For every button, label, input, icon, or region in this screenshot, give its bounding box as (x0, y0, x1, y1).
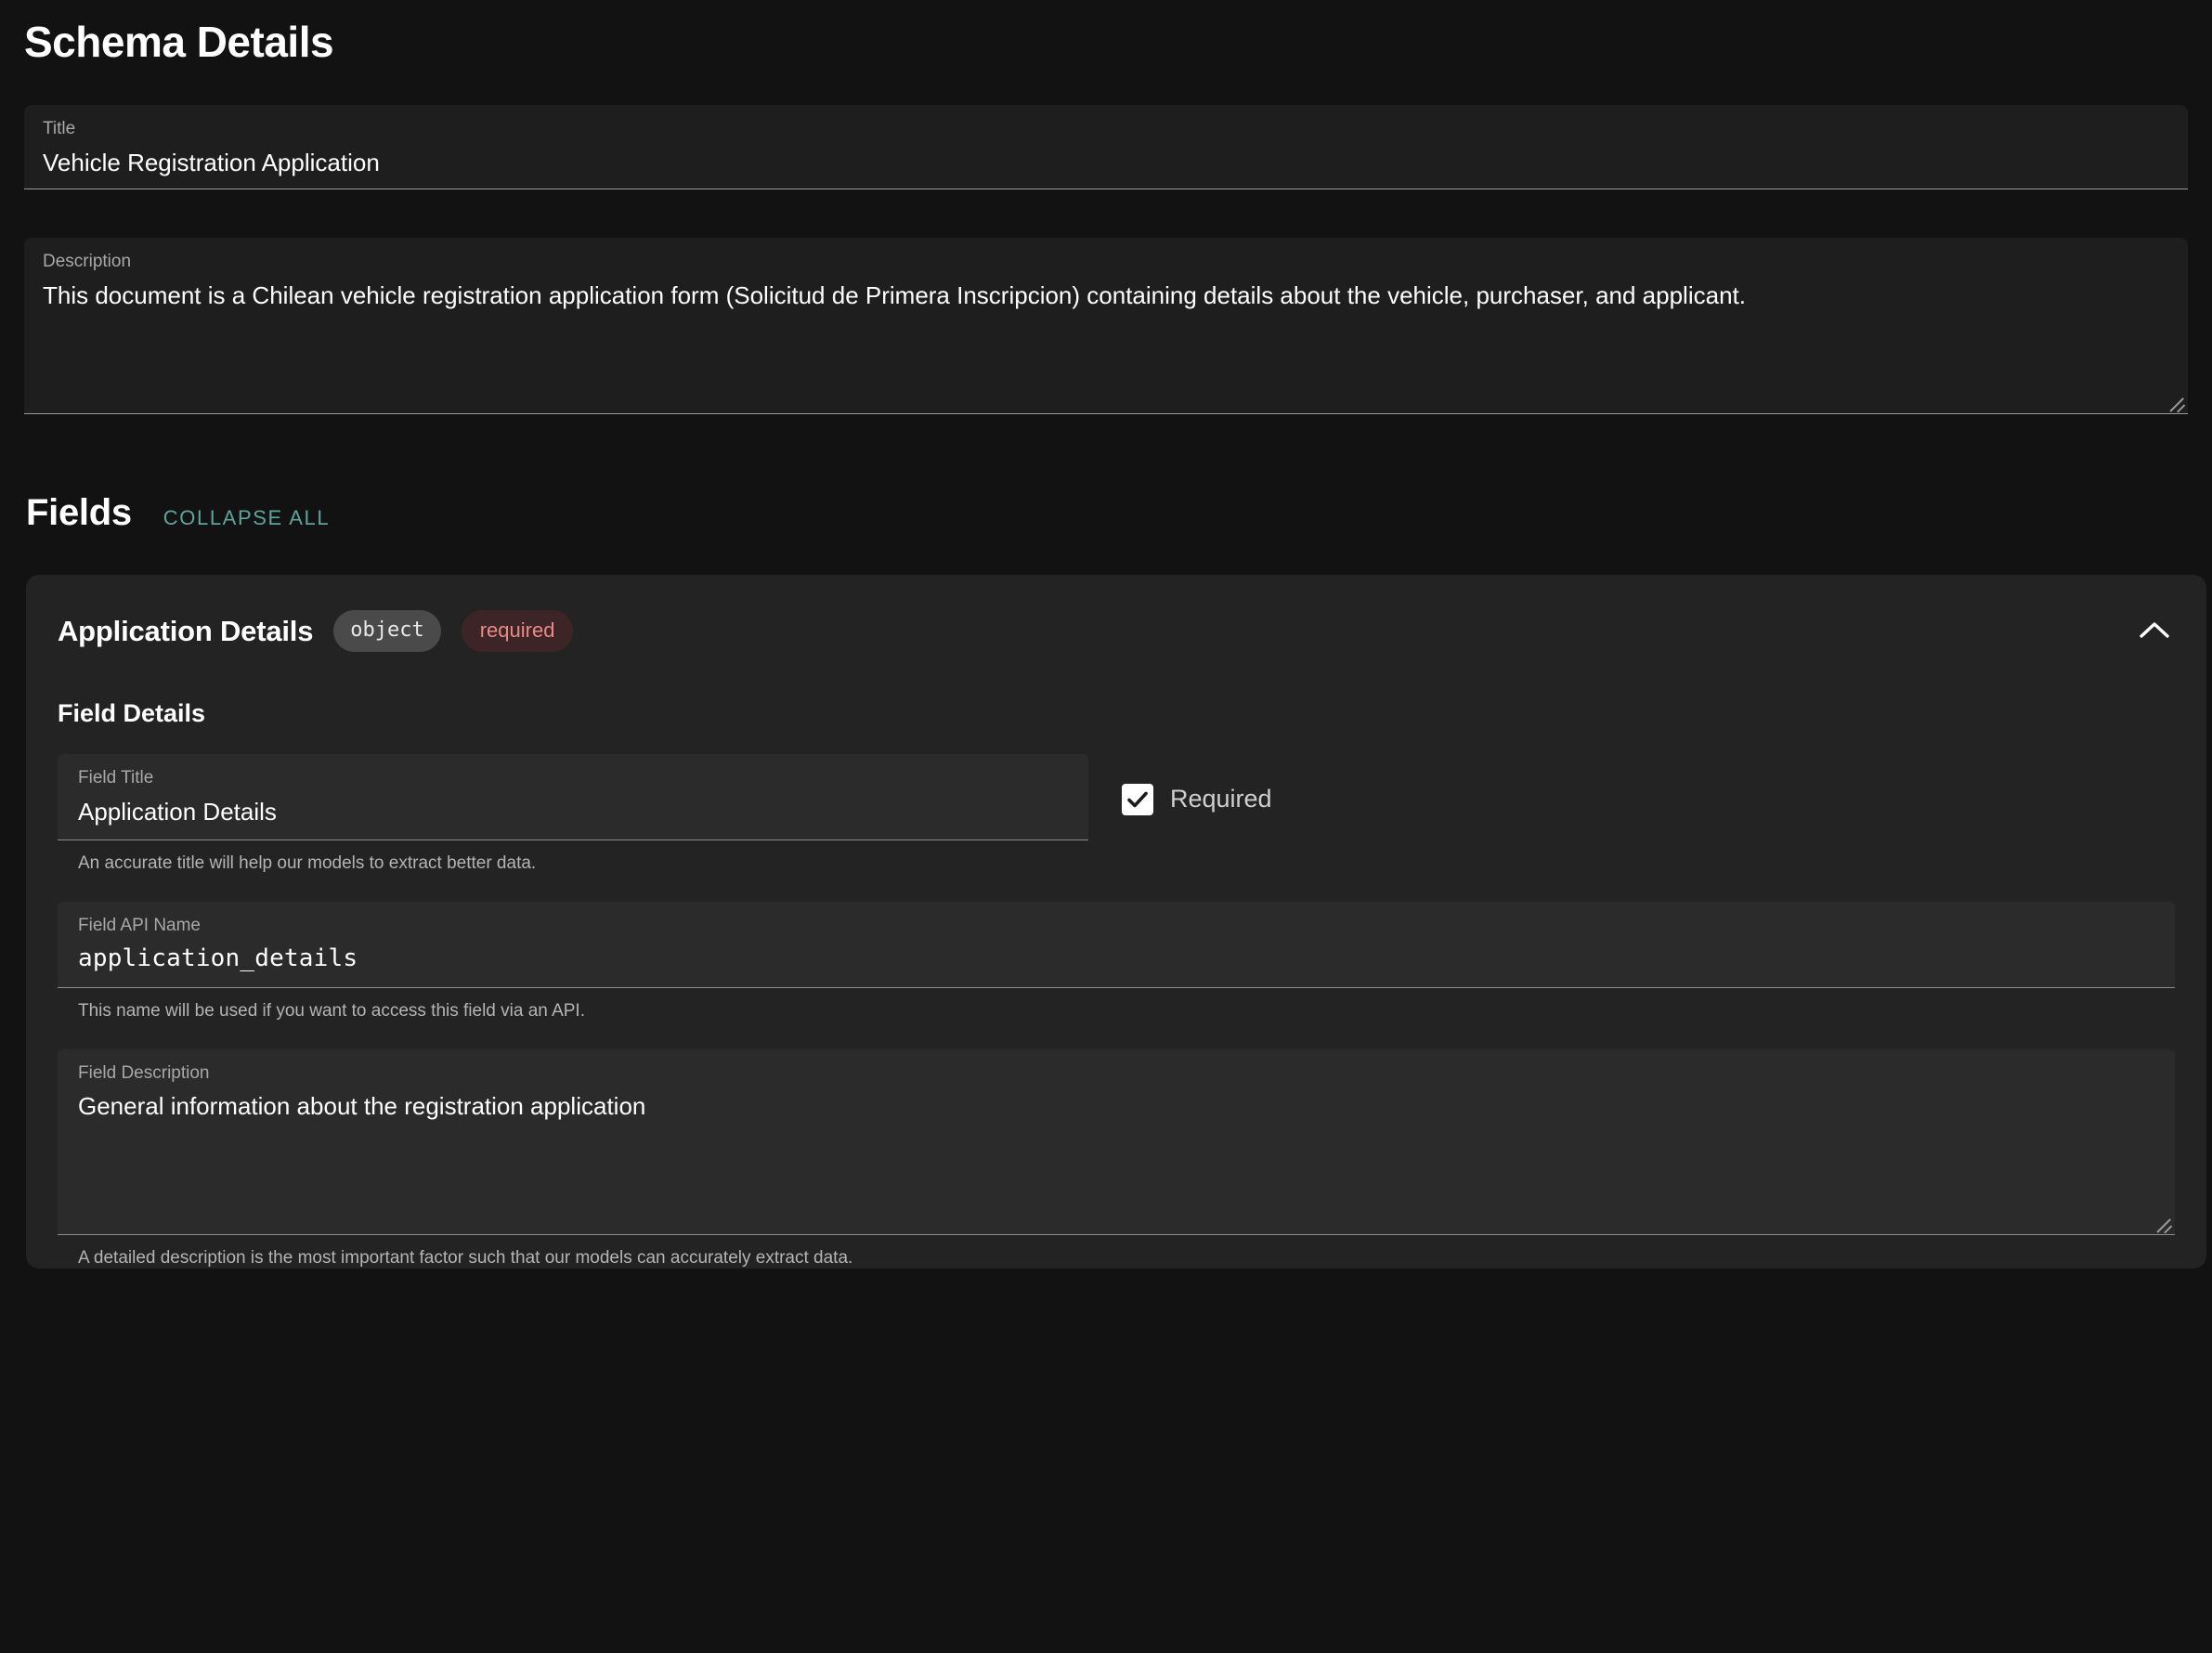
field-title-row: Field Title Application Details An accur… (58, 753, 2175, 874)
field-api-name-helper-text: This name will be used if you want to ac… (78, 1000, 585, 1021)
field-api-name-label: Field API Name (78, 915, 201, 935)
field-description-field[interactable]: Field Description General information ab… (58, 1048, 2175, 1235)
schema-title-field[interactable]: Title Vehicle Registration Application (24, 105, 2188, 189)
field-description-block: Field Description General information ab… (58, 1048, 2175, 1269)
schema-title-label: Title (43, 119, 76, 139)
field-api-name-field[interactable]: Field API Name application_details (58, 901, 2175, 988)
schema-description-field[interactable]: Description This document is a Chilean v… (24, 237, 2188, 414)
check-icon (1127, 791, 1148, 808)
fields-heading: Fields (26, 491, 132, 533)
field-title-helper-text: An accurate title will help our models t… (78, 853, 537, 873)
field-card-header[interactable]: Application Details object required (58, 606, 2175, 657)
field-description-helper-text: A detailed description is the most impor… (78, 1247, 853, 1268)
schema-details-page: Schema Details Title Vehicle Registratio… (0, 0, 2212, 1653)
fields-header: Fields COLLAPSE ALL (24, 492, 2188, 534)
collapse-all-button[interactable]: COLLAPSE ALL (163, 506, 330, 530)
field-title-field[interactable]: Field Title Application Details (58, 753, 1088, 840)
collapse-field-button[interactable] (2128, 605, 2180, 657)
field-details-heading: Field Details (58, 698, 206, 727)
schema-description-input[interactable]: This document is a Chilean vehicle regis… (43, 280, 2169, 312)
chevron-up-icon (2139, 619, 2170, 643)
required-checkbox-group[interactable]: Required (1088, 754, 2175, 815)
field-title-input[interactable]: Application Details (78, 796, 1068, 828)
field-description-label: Field Description (78, 1062, 210, 1083)
page-title: Schema Details (24, 18, 334, 66)
resize-handle-icon[interactable] (2166, 391, 2186, 411)
field-description-input[interactable]: General information about the registrati… (78, 1090, 2154, 1123)
field-card-title: Application Details (58, 614, 314, 647)
field-title-label: Field Title (78, 767, 154, 787)
field-api-name-block: Field API Name application_details This … (58, 901, 2175, 1022)
schema-description-label: Description (43, 251, 132, 271)
field-required-badge: required (461, 610, 574, 653)
required-checkbox[interactable] (1122, 783, 1153, 815)
resize-handle-icon[interactable] (2153, 1212, 2173, 1232)
field-card-application-details: Application Details object required Fiel… (26, 574, 2206, 1269)
field-api-name-input[interactable]: application_details (78, 943, 2154, 975)
field-type-badge: object (333, 610, 441, 653)
required-checkbox-label: Required (1170, 785, 1272, 813)
schema-title-input[interactable]: Vehicle Registration Application (43, 147, 2169, 179)
